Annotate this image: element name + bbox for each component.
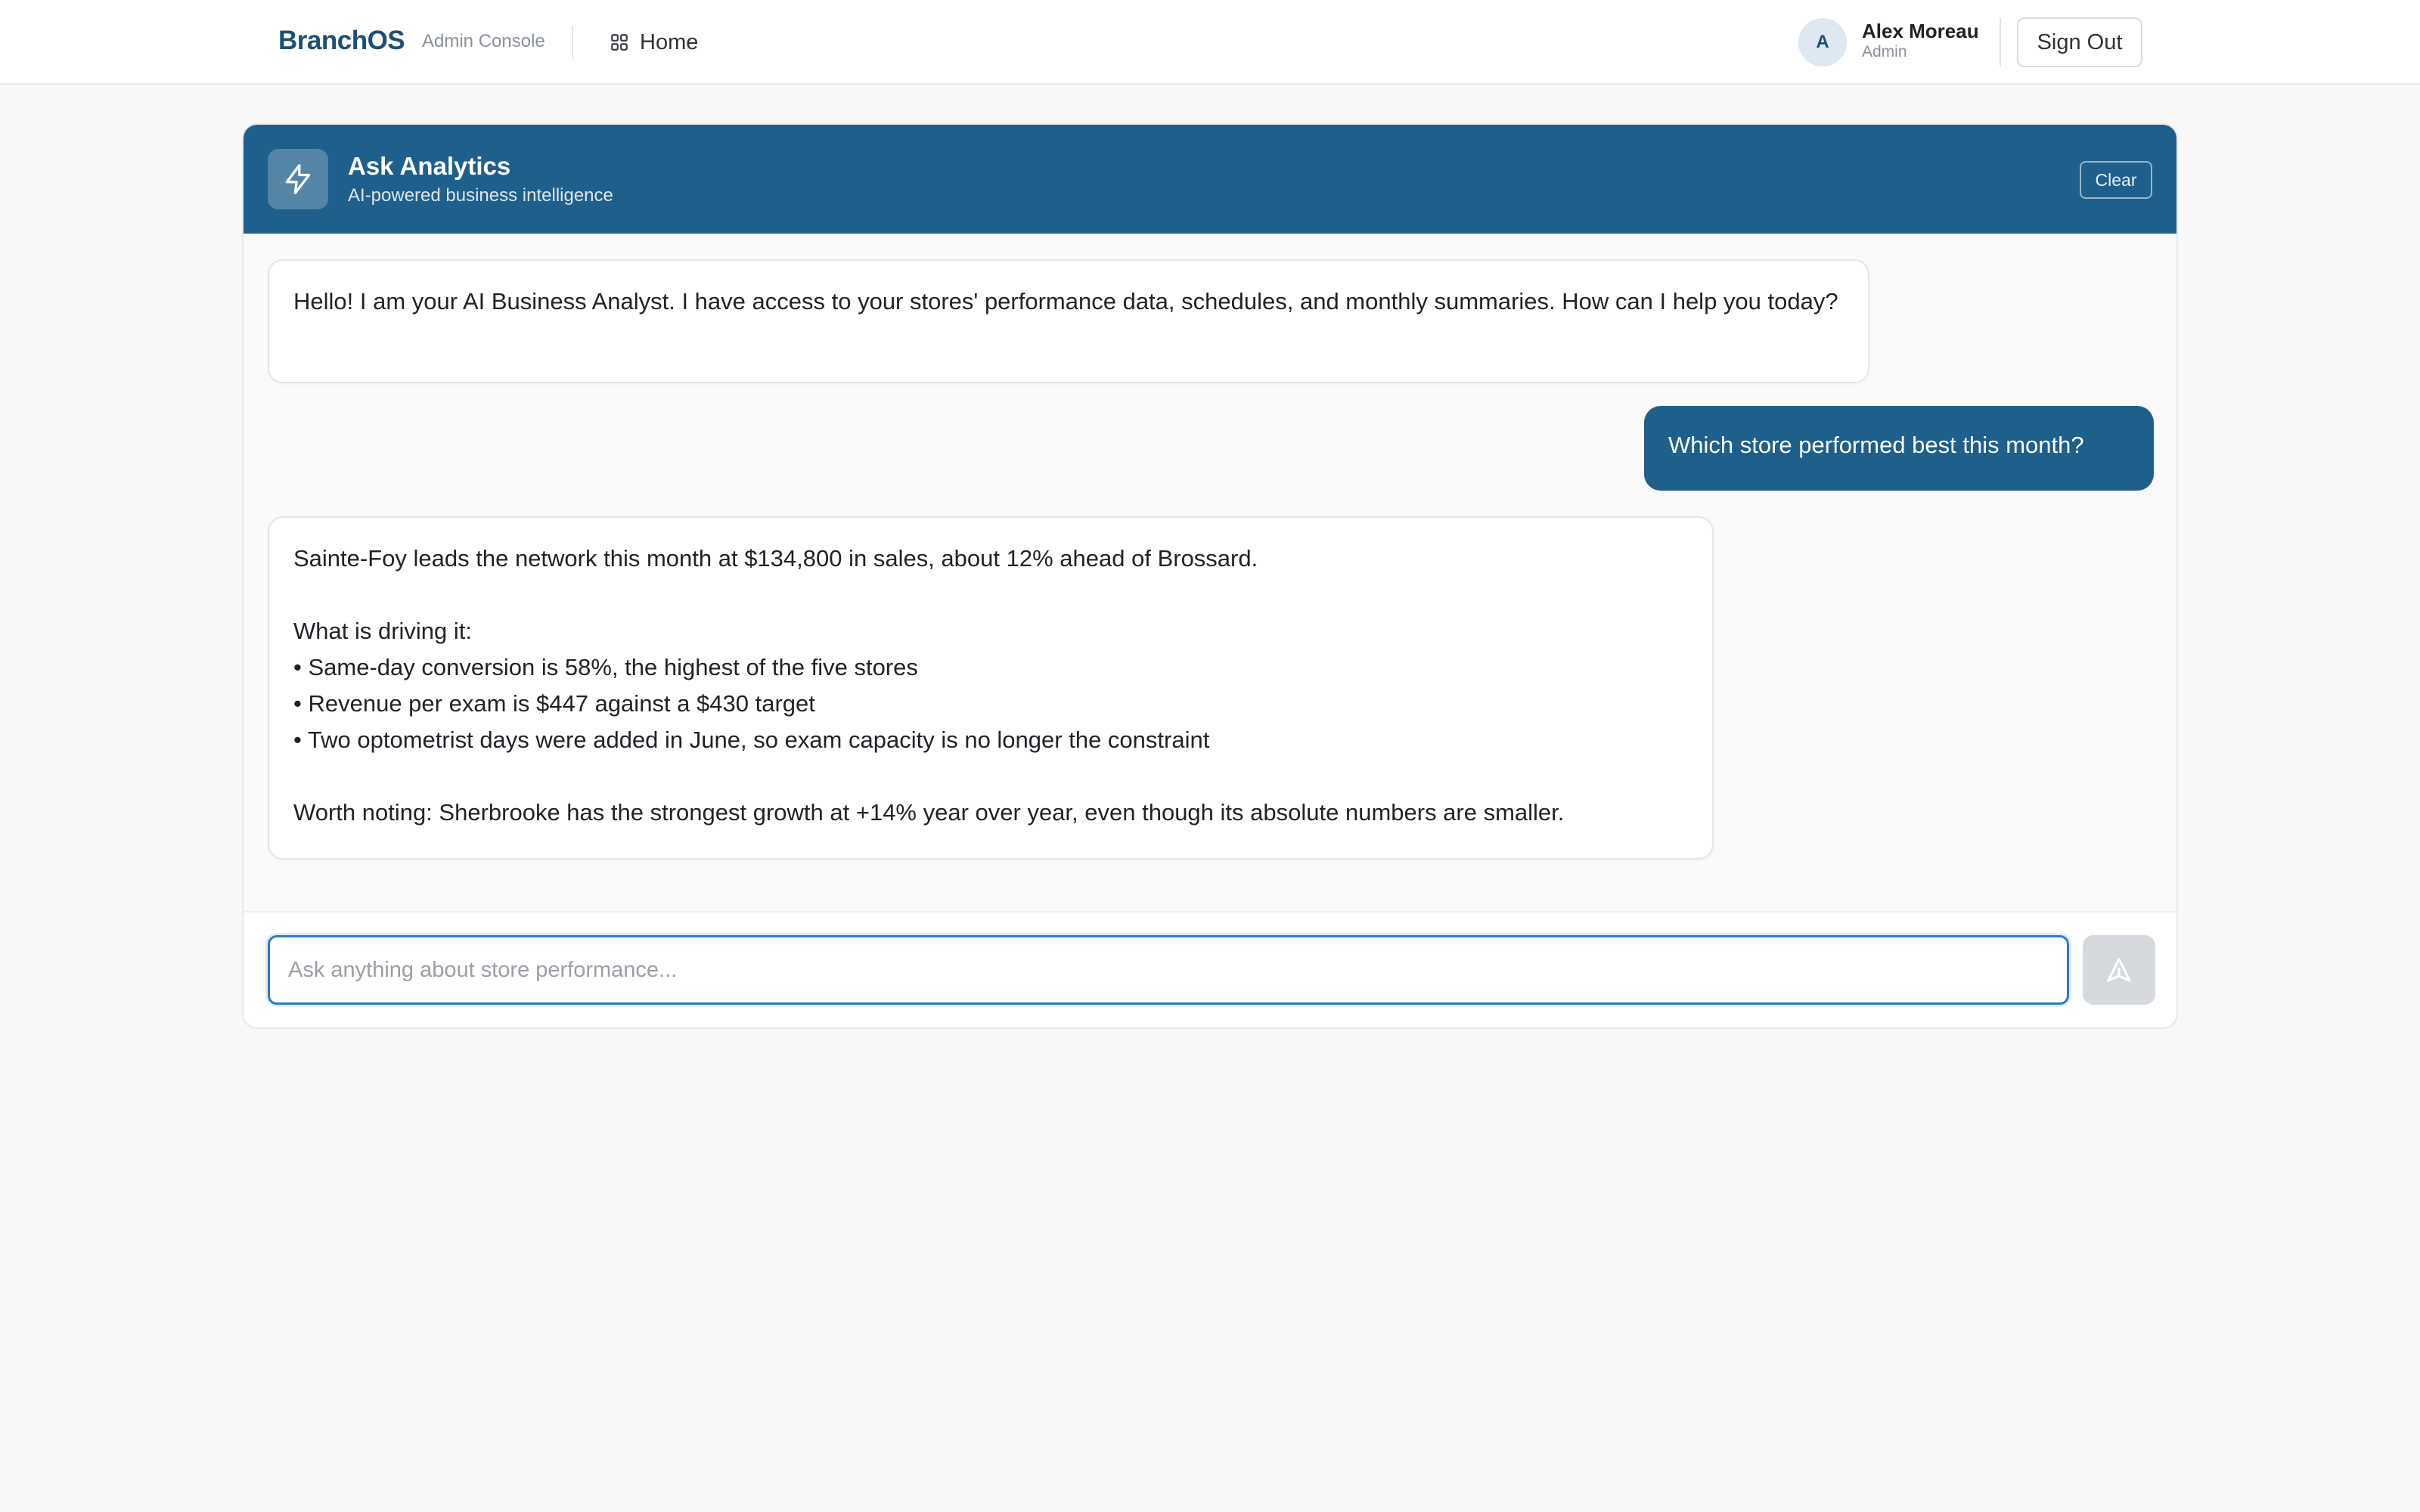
sign-out-button[interactable]: Sign Out	[2017, 17, 2142, 67]
grid-icon	[611, 34, 628, 51]
chat-subtitle: AI-powered business intelligence	[348, 185, 613, 206]
chat-input[interactable]	[268, 935, 2069, 1005]
user-role: Admin	[1862, 43, 1907, 60]
assistant-message: Sainte-Foy leads the network this month …	[268, 516, 1714, 860]
chat-header-icon-box	[268, 149, 328, 209]
user-divider	[2000, 18, 2001, 67]
send-button[interactable]	[2083, 935, 2155, 1005]
ask-analytics-panel: Ask Analytics AI-powered business intell…	[242, 123, 2178, 1029]
send-arrow-icon	[2107, 958, 2131, 982]
brand-logo[interactable]: BranchOS	[278, 26, 405, 56]
chat-input-area	[244, 911, 2176, 1027]
clear-chat-button[interactable]: Clear	[2080, 161, 2152, 199]
brand-subtitle: Admin Console	[422, 31, 545, 51]
assistant-message: Hello! I am your AI Business Analyst. I …	[268, 259, 1869, 383]
user-avatar[interactable]: A	[1798, 18, 1847, 67]
nav-home-label: Home	[640, 29, 699, 54]
user-name: Alex Moreau	[1862, 20, 1979, 42]
chat-header: Ask Analytics AI-powered business intell…	[244, 125, 2176, 234]
lightning-bolt-icon	[285, 164, 311, 194]
nav-divider	[572, 26, 573, 59]
user-message: Which store performed best this month?	[1644, 406, 2154, 491]
chat-title: Ask Analytics	[348, 152, 511, 180]
nav-home-link[interactable]: Home	[610, 24, 698, 60]
top-navigation-bar: BranchOS Admin Console Home A Alex Morea…	[0, 0, 2420, 85]
